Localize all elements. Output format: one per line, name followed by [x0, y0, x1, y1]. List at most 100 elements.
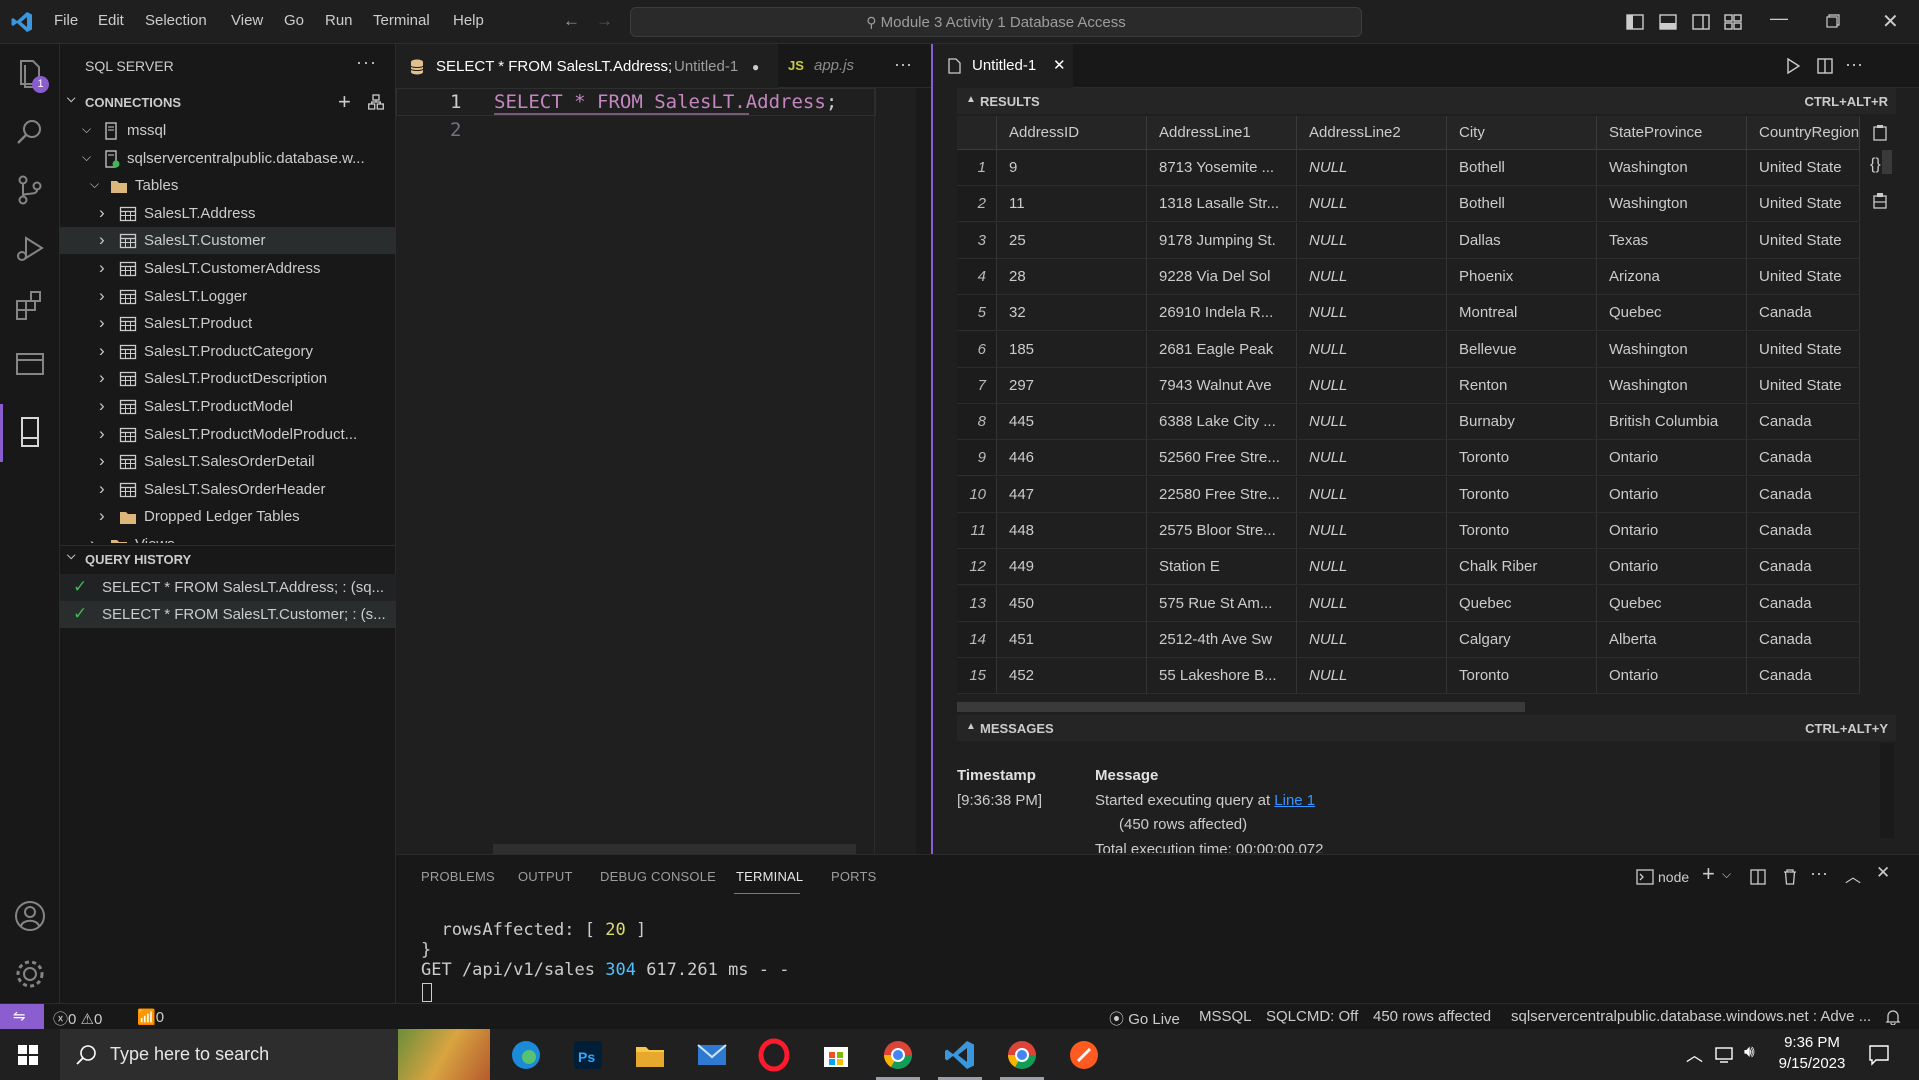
tab-problems[interactable]: PROBLEMS	[421, 869, 495, 884]
new-terminal-icon[interactable]: +	[1702, 861, 1715, 887]
menu-go[interactable]: Go	[284, 12, 304, 29]
terminal-cursor[interactable]	[422, 983, 432, 1002]
chevron-right-icon[interactable]: ›	[99, 230, 105, 250]
chevron-down-icon[interactable]: ⌵	[82, 122, 91, 137]
table-cell[interactable]: Washington	[1597, 186, 1747, 223]
minimap-scrollbar[interactable]	[916, 88, 931, 854]
windows-start-icon[interactable]	[18, 1045, 38, 1065]
more-actions-icon[interactable]: ···	[1845, 54, 1863, 75]
table-cell[interactable]: Toronto	[1447, 476, 1597, 513]
tree-item[interactable]: › SalesLT.Product	[60, 310, 396, 337]
table-cell[interactable]: Washington	[1597, 150, 1747, 186]
ports-indicator[interactable]: 📶0	[137, 1008, 164, 1026]
tab-untitled-1[interactable]: Untitled-1 ✕	[933, 44, 1073, 88]
run-debug-icon[interactable]	[12, 230, 48, 266]
table-cell[interactable]: NULL	[1297, 222, 1447, 259]
photoshop-icon[interactable]: Ps	[570, 1037, 606, 1073]
table-cell[interactable]: Bothell	[1447, 186, 1597, 223]
column-header[interactable]: CountryRegion	[1747, 116, 1860, 149]
connections-section-header[interactable]: ⌵ CONNECTIONS +	[60, 89, 396, 115]
language-mode[interactable]: MSSQL	[1199, 1008, 1252, 1025]
manage-gear-icon[interactable]	[12, 956, 48, 992]
table-cell[interactable]: NULL	[1297, 440, 1447, 477]
tab-ports[interactable]: PORTS	[831, 869, 877, 884]
table-row[interactable]: 8 445 6388 Lake City ... NULL Burnaby British…	[957, 404, 1860, 441]
table-cell[interactable]: 9178 Jumping St.	[1147, 222, 1297, 259]
query-history-section-header[interactable]: ⌵ QUERY HISTORY	[60, 546, 396, 572]
table-cell[interactable]: 52560 Free Stre...	[1147, 440, 1297, 477]
tree-item[interactable]: ⌵ Tables	[60, 172, 396, 199]
save-as-csv-icon[interactable]	[1871, 124, 1889, 142]
table-row[interactable]: 2 11 1318 Lasalle Str... NULL Bothell Washing…	[957, 186, 1860, 223]
chevron-right-icon[interactable]: ›	[99, 286, 105, 306]
table-cell[interactable]: 448	[997, 513, 1147, 549]
menu-help[interactable]: Help	[453, 12, 484, 29]
table-cell[interactable]: Ontario	[1597, 440, 1747, 477]
mail-icon[interactable]	[694, 1037, 730, 1073]
accounts-icon[interactable]	[12, 898, 48, 934]
bell-icon[interactable]	[1885, 1009, 1901, 1025]
row-number[interactable]: 3	[957, 222, 997, 259]
toggle-panel-icon[interactable]	[1659, 13, 1677, 31]
toggle-secondary-sidebar-icon[interactable]	[1692, 13, 1710, 31]
table-cell[interactable]: Quebec	[1597, 295, 1747, 332]
chevron-down-icon[interactable]: ⌵	[90, 177, 99, 192]
table-cell[interactable]: 55 Lakeshore B...	[1147, 658, 1297, 695]
minimize-icon[interactable]: —	[1770, 8, 1788, 29]
line-link[interactable]: Line 1	[1274, 792, 1315, 809]
tab-output[interactable]: OUTPUT	[518, 869, 573, 884]
more-actions-icon[interactable]: ···	[1810, 863, 1828, 884]
table-cell[interactable]: Montreal	[1447, 295, 1597, 332]
row-number[interactable]: 12	[957, 549, 997, 586]
row-number[interactable]: 14	[957, 621, 997, 658]
split-editor-icon[interactable]	[1817, 58, 1833, 74]
messages-section-header[interactable]: ▲ MESSAGES CTRL+ALT+Y	[957, 715, 1896, 741]
table-cell[interactable]: 32	[997, 295, 1147, 332]
table-row[interactable]: 12 449 Station E NULL Chalk Riber Ontario Cana…	[957, 549, 1860, 586]
table-cell[interactable]: NULL	[1297, 367, 1447, 404]
table-row[interactable]: 6 185 2681 Eagle Peak NULL Bellevue Washingto…	[957, 331, 1860, 368]
sqlcmd-toggle[interactable]: SQLCMD: Off	[1266, 1008, 1358, 1025]
table-row[interactable]: 4 28 9228 Via Del Sol NULL Phoenix Arizona Uni…	[957, 258, 1860, 295]
tree-item[interactable]: › SalesLT.Logger	[60, 283, 396, 310]
add-connection-icon[interactable]: +	[338, 89, 351, 115]
table-cell[interactable]: United State	[1747, 150, 1860, 186]
new-server-group-icon[interactable]	[368, 94, 384, 110]
unsaved-dot-icon[interactable]: ●	[752, 45, 759, 89]
table-cell[interactable]: United State	[1747, 186, 1860, 223]
toggle-sidebar-icon[interactable]	[1626, 13, 1644, 31]
table-cell[interactable]: 1318 Lasalle Str...	[1147, 186, 1297, 223]
table-cell[interactable]: NULL	[1297, 331, 1447, 368]
chevron-right-icon[interactable]: ›	[99, 203, 105, 223]
forward-arrow-icon[interactable]: →	[596, 11, 613, 31]
source-control-icon[interactable]	[12, 172, 48, 208]
table-row[interactable]: 1 9 8713 Yosemite ... NULL Bothell Washington…	[957, 150, 1860, 186]
table-cell[interactable]: NULL	[1297, 658, 1447, 695]
customize-layout-icon[interactable]	[1724, 13, 1742, 31]
table-row[interactable]: 7 297 7943 Walnut Ave NULL Renton Washington U…	[957, 367, 1860, 404]
table-row[interactable]: 3 25 9178 Jumping St. NULL Dallas Texas United…	[957, 222, 1860, 259]
chevron-down-icon[interactable]: ⌵	[1722, 867, 1731, 882]
table-cell[interactable]: NULL	[1297, 549, 1447, 586]
terminal-name[interactable]: node	[1658, 869, 1689, 885]
close-panel-icon[interactable]: ✕	[1876, 863, 1890, 883]
tab-terminal[interactable]: TERMINAL	[736, 869, 803, 884]
results-section-header[interactable]: ▲ RESULTS CTRL+ALT+R	[957, 88, 1896, 114]
menu-run[interactable]: Run	[325, 12, 353, 29]
chevron-right-icon[interactable]: ›	[99, 258, 105, 278]
table-cell[interactable]: Canada	[1747, 404, 1860, 441]
menu-view[interactable]: View	[231, 12, 263, 29]
code-editor[interactable]: 1 2 SELECT * FROM SalesLT.Address;	[396, 88, 931, 854]
chevron-right-icon[interactable]: ›	[99, 313, 105, 333]
problems-indicator[interactable]: ⓧ0 ⚠0	[53, 1008, 102, 1029]
row-number[interactable]: 10	[957, 476, 997, 513]
back-arrow-icon[interactable]: ←	[563, 11, 580, 31]
history-item[interactable]: ✓ SELECT * FROM SalesLT.Customer; : (s..…	[60, 601, 396, 628]
table-cell[interactable]: Bellevue	[1447, 331, 1597, 368]
close-window-icon[interactable]: ✕	[1882, 9, 1899, 34]
table-cell[interactable]: 449	[997, 549, 1147, 586]
table-cell[interactable]: 575 Rue St Am...	[1147, 585, 1297, 622]
restore-icon[interactable]	[1826, 14, 1840, 28]
row-number[interactable]: 2	[957, 186, 997, 223]
results-grid[interactable]: AddressID AddressLine1 AddressLine2 City Sta…	[957, 116, 1860, 701]
